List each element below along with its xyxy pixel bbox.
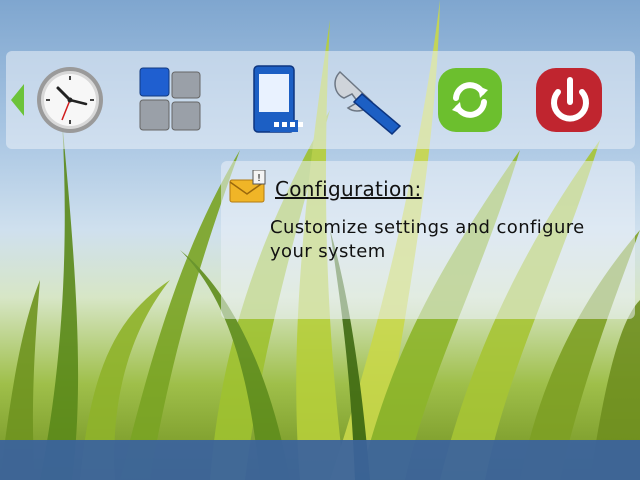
- apps-grid-button[interactable]: [134, 64, 206, 136]
- sync-app-button[interactable]: [434, 64, 506, 136]
- device-connectivity-button[interactable]: [240, 64, 312, 136]
- phone-connectivity-icon: [253, 65, 303, 133]
- refresh-icon: [438, 68, 502, 132]
- configuration-app-button[interactable]: [330, 64, 402, 136]
- wrench-icon: [334, 70, 402, 136]
- scroll-left-arrow-icon[interactable]: [11, 84, 24, 116]
- power-icon: [536, 68, 602, 132]
- svg-text:!: !: [257, 173, 261, 184]
- info-description: Customize settings and configure your sy…: [270, 217, 585, 262]
- info-title: Configuration:: [275, 177, 422, 201]
- bottom-bar: [0, 440, 640, 480]
- mail-alert-icon: !: [229, 170, 266, 203]
- app-grid-icon: [139, 67, 201, 131]
- clock-icon: [37, 67, 103, 133]
- power-app-button[interactable]: [534, 64, 606, 136]
- clock-app-button[interactable]: [34, 64, 106, 136]
